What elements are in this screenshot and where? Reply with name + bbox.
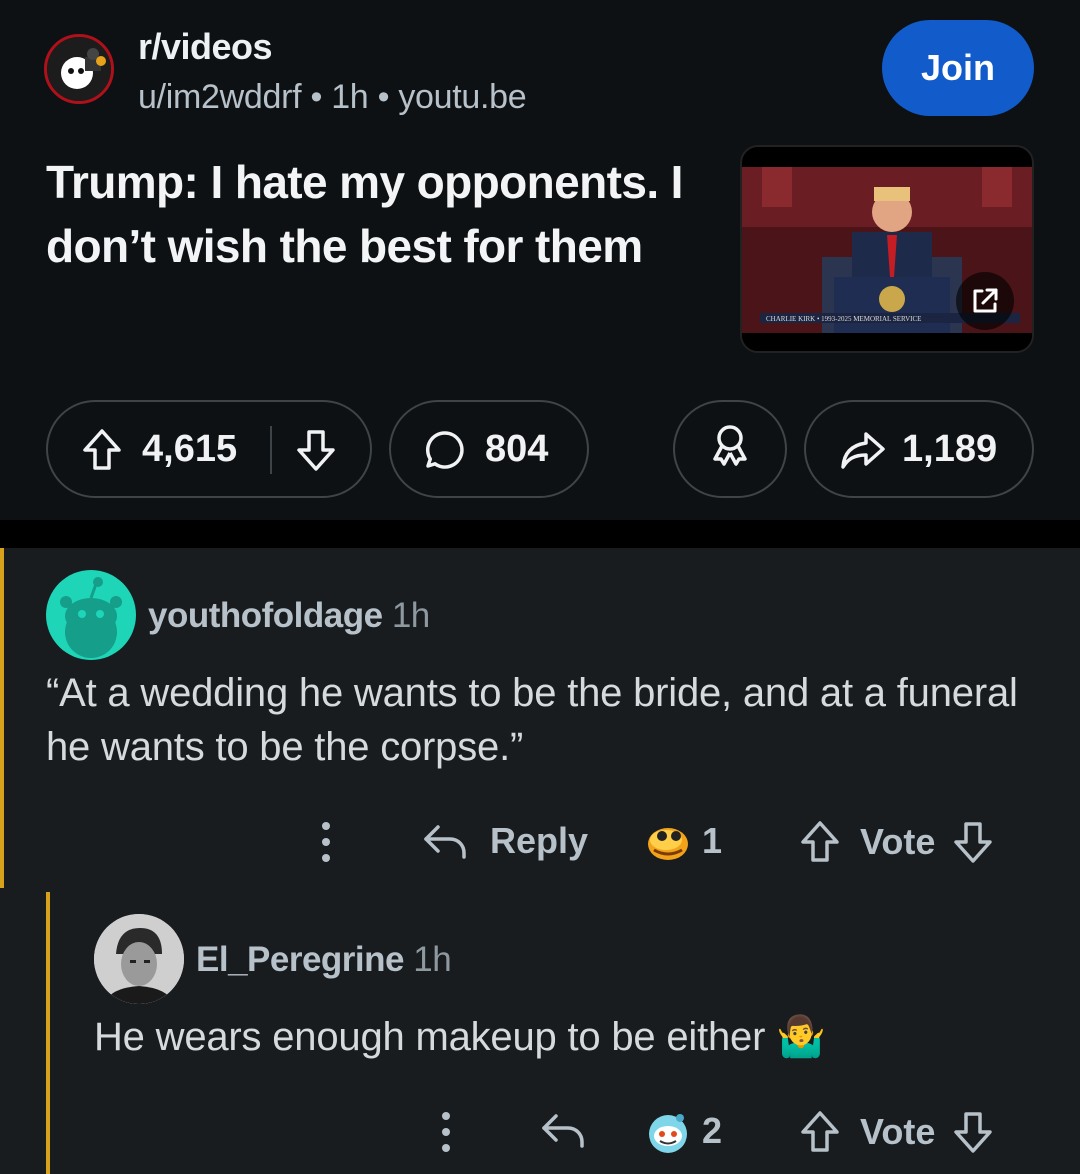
upvote-icon[interactable]: [800, 1110, 840, 1154]
downvote-icon[interactable]: [953, 820, 993, 864]
more-icon[interactable]: [442, 1112, 452, 1152]
comment-avatar[interactable]: [94, 914, 184, 1004]
vote-control: Vote: [800, 820, 993, 864]
share-button[interactable]: 1,189: [804, 400, 1034, 498]
post-time: 1h: [331, 78, 369, 116]
award-badge[interactable]: 2: [644, 1108, 722, 1154]
subreddit-name[interactable]: r/videos: [138, 26, 273, 68]
award-icon: [648, 828, 688, 860]
comment-count: 804: [485, 427, 549, 470]
post-card: r/videos u/im2wddrf • 1h • youtu.be Join…: [0, 0, 1080, 520]
award-icon: [708, 422, 752, 476]
reply-button[interactable]: Reply: [422, 820, 588, 862]
reply-button[interactable]: [540, 1110, 586, 1150]
comment-body: “At a wedding he wants to be the bride, …: [46, 671, 1018, 769]
comment-time: 1h: [413, 940, 452, 979]
thread-line[interactable]: [46, 892, 50, 1174]
comments-button[interactable]: 804: [389, 400, 589, 498]
more-icon[interactable]: [322, 822, 332, 862]
comment-author[interactable]: El_Peregrine 1h: [196, 940, 452, 980]
award-badge[interactable]: 1: [644, 818, 722, 864]
thumbnail-caption: CHARLIE KIRK • 1993-2025 MEMORIAL SERVIC…: [766, 315, 921, 323]
comment-avatar[interactable]: [46, 570, 136, 660]
upvote-icon[interactable]: [800, 820, 840, 864]
external-link-icon[interactable]: [956, 272, 1014, 330]
upvote-count: 4,615: [142, 427, 238, 470]
post-meta: u/im2wddrf • 1h • youtu.be: [138, 78, 527, 116]
post-title[interactable]: Trump: I hate my opponents. I don’t wish…: [46, 150, 686, 278]
reply-icon: [542, 1114, 584, 1148]
award-button[interactable]: [673, 400, 787, 498]
share-icon: [840, 430, 886, 480]
reply-icon: [424, 825, 466, 859]
comment-author[interactable]: youthofoldage 1h: [148, 596, 430, 636]
downvote-icon[interactable]: [953, 1110, 993, 1154]
downvote-icon[interactable]: [296, 428, 336, 482]
share-count: 1,189: [902, 427, 998, 470]
thread-line[interactable]: [0, 548, 4, 888]
award-icon: [649, 1114, 687, 1153]
vote-control: 4,615: [46, 400, 372, 498]
upvote-icon[interactable]: [82, 428, 122, 482]
author-link[interactable]: u/im2wddrf: [138, 78, 302, 116]
comment-time: 1h: [391, 596, 430, 635]
comment-icon: [425, 430, 465, 480]
subreddit-avatar[interactable]: [44, 34, 114, 104]
post-domain[interactable]: youtu.be: [398, 78, 526, 116]
comment-body: He wears enough makeup to be either 🤷‍♂️: [94, 1015, 826, 1059]
join-button[interactable]: Join: [882, 20, 1034, 116]
vote-control: Vote: [800, 1110, 993, 1154]
